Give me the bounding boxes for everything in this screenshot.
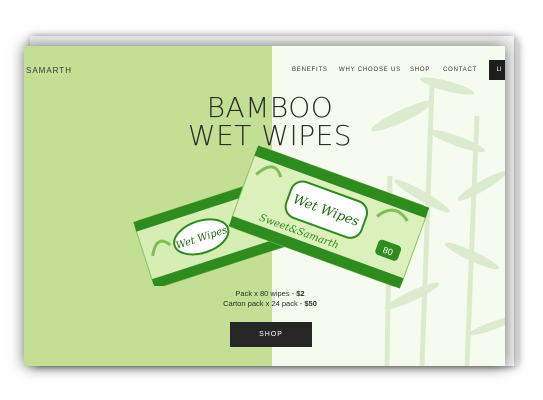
nav-cta-button[interactable]: LI — [489, 60, 505, 80]
product-pack-front-image: Wet Wipes Sweet&Samarth 80 — [228, 145, 430, 289]
site-preview: SAMARTH BENEFITS WHY CHOOSE US SHOP CONT… — [24, 46, 505, 366]
nav-item-benefits[interactable]: BENEFITS — [292, 67, 328, 73]
pack-price: $2 — [296, 289, 305, 298]
pricing-info: Pack x 80 wipes - $2 Carton pack x 24 pa… — [24, 289, 505, 309]
hero-title-line1: BAMBOO — [206, 91, 334, 124]
nav-item-why-choose-us[interactable]: WHY CHOOSE US — [339, 67, 401, 73]
nav-item-contact[interactable]: CONTACT — [443, 67, 477, 73]
brand-logo[interactable]: SAMARTH — [26, 66, 72, 75]
pricing-line-pack: Pack x 80 wipes - $2 — [235, 289, 305, 298]
pricing-line-carton: Carton pack x 24 pack - $50 — [223, 299, 317, 308]
shop-button[interactable]: SHOP — [230, 322, 312, 347]
carton-price: $50 — [304, 299, 317, 308]
nav-item-shop[interactable]: SHOP — [410, 67, 430, 73]
